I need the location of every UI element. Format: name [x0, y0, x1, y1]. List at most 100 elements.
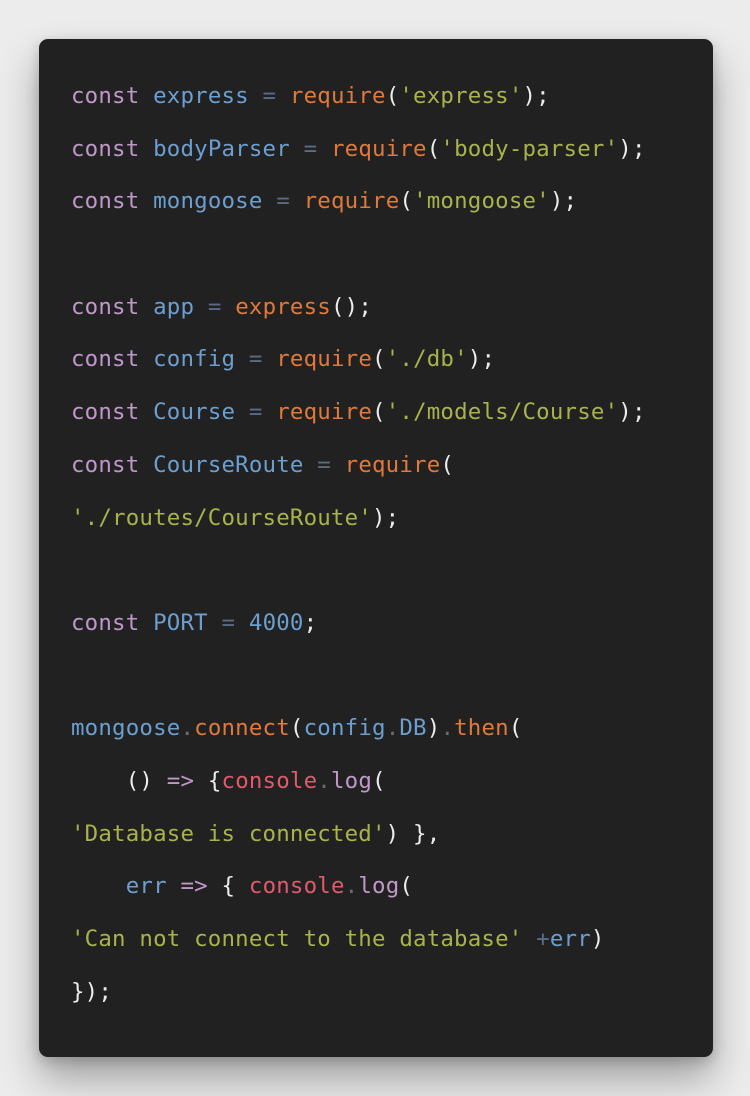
code-token: (: [372, 346, 386, 373]
code-token: bodyParser: [153, 135, 290, 162]
code-line: const CourseRoute = require(: [71, 450, 701, 503]
code-token: (: [399, 188, 414, 215]
code-line: () => {console.log(: [71, 766, 701, 819]
code-token: then: [454, 715, 509, 742]
code-token: require: [303, 188, 400, 215]
code-token: CourseRoute: [153, 451, 304, 478]
code-token: =>: [180, 873, 208, 900]
code-token: );: [618, 135, 646, 162]
code-token: =: [221, 609, 236, 636]
code-token: mongoose: [71, 715, 181, 742]
code-token: {: [207, 873, 249, 900]
code-token: );: [549, 188, 578, 215]
code-token: config: [153, 346, 236, 373]
code-token: console: [221, 767, 318, 794]
code-line: const bodyParser = require('body-parser'…: [71, 134, 701, 187]
code-block: const express = require('express'); const…: [71, 81, 701, 1029]
code-token: );: [467, 346, 496, 373]
code-token: './db': [385, 346, 468, 373]
code-token: require: [330, 135, 427, 162]
code-token: .: [344, 873, 359, 900]
code-token: .: [440, 715, 455, 742]
code-token: const: [71, 399, 140, 426]
code-token: (: [385, 83, 400, 109]
code-token: ();: [330, 293, 373, 320]
code-token: app: [153, 293, 195, 320]
code-token: const: [71, 346, 140, 373]
code-token: const: [71, 135, 140, 162]
code-line: const app = express();: [71, 292, 701, 345]
code-token: 'body-parser': [440, 135, 619, 162]
code-line: 'Database is connected') },: [71, 819, 701, 872]
code-token: .: [385, 715, 400, 742]
code-token: require: [276, 399, 373, 426]
code-token: =: [248, 346, 263, 373]
code-token: ) },: [385, 820, 441, 847]
code-token: require: [289, 83, 386, 109]
code-line: const PORT = 4000;: [71, 608, 701, 661]
code-token: connect: [194, 715, 290, 742]
code-token: 'Database is connected': [71, 820, 386, 847]
code-line: 'Can not connect to the database' +err): [71, 924, 701, 977]
code-line: const config = require('./db');: [71, 344, 701, 397]
code-token: ): [426, 715, 441, 742]
code-token: (: [399, 873, 414, 900]
code-token: Course: [153, 399, 236, 426]
code-token: });: [71, 978, 113, 1005]
code-line: err => { console.log(: [71, 871, 701, 924]
code-token: const: [71, 451, 140, 478]
code-token: require: [276, 346, 373, 373]
code-token: );: [522, 83, 550, 109]
code-token: =: [303, 135, 318, 162]
code-token: 'express': [399, 83, 523, 109]
code-token: express: [153, 83, 249, 109]
code-token: 'mongoose': [413, 188, 550, 215]
code-token: ): [590, 926, 605, 952]
code-token: );: [618, 399, 646, 426]
code-token: 'Can not connect to the database': [71, 926, 523, 952]
code-token: {: [194, 767, 222, 794]
code-token: const: [71, 188, 140, 215]
code-token: (: [372, 767, 386, 794]
code-token: (: [426, 135, 441, 162]
page-background: const express = require('express'); const…: [0, 0, 750, 1096]
code-token: .: [180, 715, 195, 742]
code-token: 4000: [248, 609, 304, 636]
code-token: (): [71, 767, 167, 794]
code-token: log: [358, 873, 400, 900]
code-token: const: [71, 609, 140, 636]
code-token: (: [508, 715, 523, 742]
code-token: =: [207, 293, 222, 320]
code-token: config: [303, 715, 386, 742]
code-token: PORT: [153, 609, 208, 636]
code-token: mongoose: [153, 188, 263, 215]
code-token: ;: [303, 609, 318, 636]
code-line: const Course = require('./models/Course'…: [71, 397, 701, 450]
code-line: mongoose.connect(config.DB).then(: [71, 713, 701, 766]
code-token: =: [276, 188, 290, 215]
code-token: (: [440, 451, 455, 478]
code-token: =: [248, 399, 263, 426]
